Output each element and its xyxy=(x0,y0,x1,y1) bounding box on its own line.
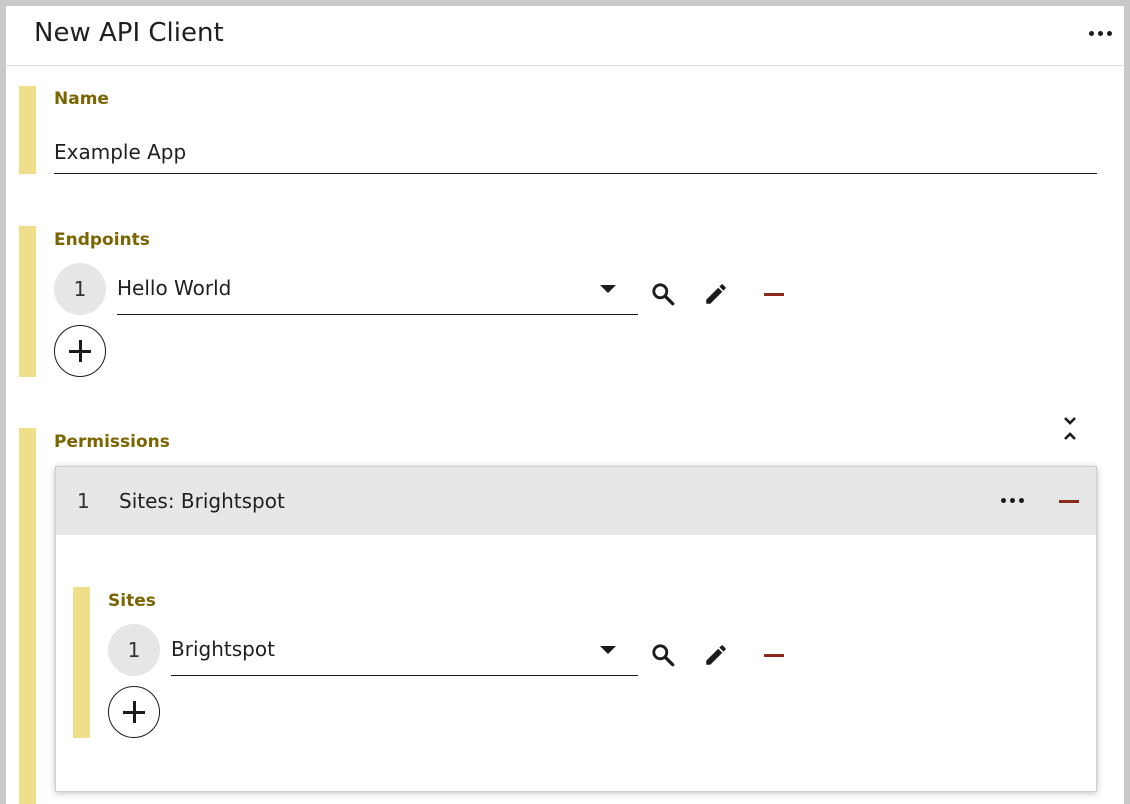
permission-item-header[interactable]: 1 Sites: Brightspot xyxy=(56,467,1096,535)
endpoints-section: Endpoints 1 Hello World xyxy=(19,226,1099,378)
endpoint-ordinal: 1 xyxy=(54,263,106,315)
endpoint-value: Hello World xyxy=(117,276,232,300)
name-label: Name xyxy=(54,89,109,109)
section-accent-bar xyxy=(19,86,36,174)
permission-ordinal: 1 xyxy=(77,489,90,513)
section-accent-bar xyxy=(19,428,36,804)
name-input[interactable] xyxy=(54,130,1097,174)
add-site-button[interactable] xyxy=(108,686,160,738)
section-accent-bar xyxy=(73,587,90,738)
page-title: New API Client xyxy=(34,18,224,48)
sites-label: Sites xyxy=(108,591,156,611)
endpoints-label: Endpoints xyxy=(54,230,150,250)
dropdown-caret-icon xyxy=(600,285,616,293)
search-icon[interactable] xyxy=(647,278,679,310)
api-client-editor: New API Client Name Endpoints 1 Hello Wo… xyxy=(6,6,1124,804)
pencil-icon[interactable] xyxy=(700,278,732,310)
permissions-label: Permissions xyxy=(54,432,170,452)
remove-site-icon[interactable] xyxy=(764,654,784,657)
page-header: New API Client xyxy=(6,6,1124,66)
section-accent-bar xyxy=(19,226,36,377)
endpoint-select[interactable]: Hello World xyxy=(117,263,638,315)
permission-item: 1 Sites: Brightspot Sites 1 Brightspot xyxy=(55,466,1097,792)
search-icon[interactable] xyxy=(647,639,679,671)
permission-more-icon[interactable] xyxy=(1001,498,1024,503)
site-select[interactable]: Brightspot xyxy=(171,624,638,676)
site-ordinal: 1 xyxy=(108,624,160,676)
sites-section: Sites 1 Brightspot xyxy=(73,587,1073,739)
permission-title: Sites: Brightspot xyxy=(119,489,285,513)
more-options-icon[interactable] xyxy=(1087,29,1114,38)
remove-permission-icon[interactable] xyxy=(1059,500,1079,503)
pencil-icon[interactable] xyxy=(700,639,732,671)
dropdown-caret-icon xyxy=(600,646,616,654)
site-value: Brightspot xyxy=(171,637,275,661)
add-endpoint-button[interactable] xyxy=(54,325,106,377)
name-section: Name xyxy=(19,86,1099,174)
remove-endpoint-icon[interactable] xyxy=(764,293,784,296)
